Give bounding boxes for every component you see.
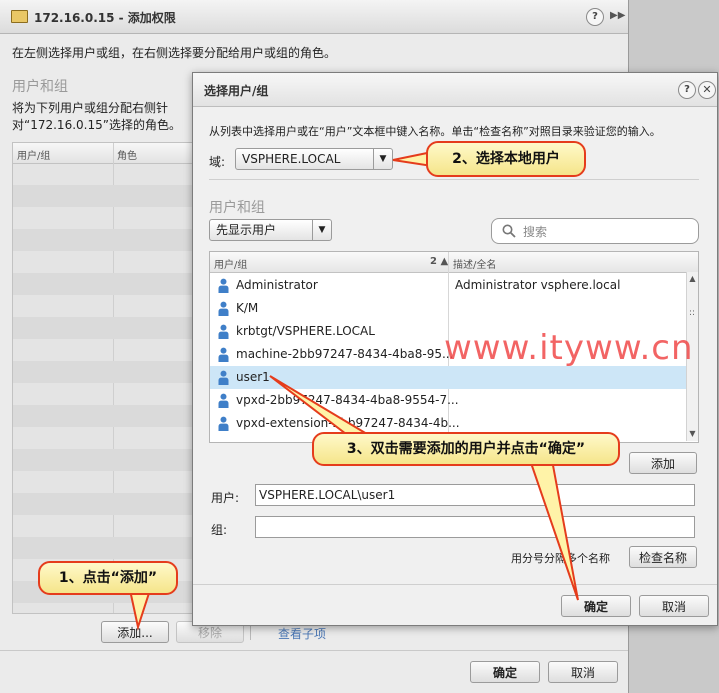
callout-double-click-confirm: 3、双击需要添加的用户并点击“确定”	[312, 432, 620, 466]
callout-click-add: 1、点击“添加”	[38, 561, 178, 595]
callout-select-local-user: 2、选择本地用户	[426, 141, 586, 177]
